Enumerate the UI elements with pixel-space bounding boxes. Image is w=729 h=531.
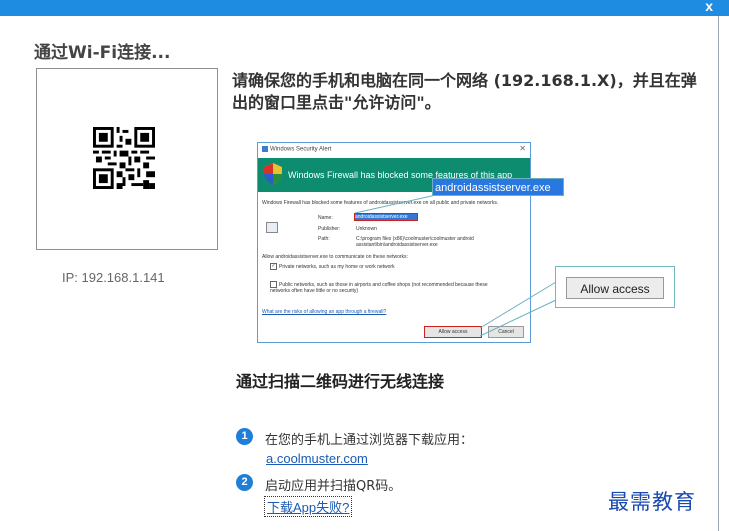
checkbox-checked-icon: ✓ [270,263,277,270]
publisher-value: Unknown [356,226,377,232]
download-link[interactable]: a.coolmuster.com [266,451,368,466]
allow-access-callout-button: Allow access [566,277,664,299]
firewall-dialog-image: Windows Security Alert ✕ Windows Firewal… [257,142,531,343]
instruction-text: 请确保您的手机和电脑在同一个网络 (192.168.1.X)，并且在弹出的窗口里… [232,71,697,112]
title-bar: x [0,0,729,16]
dialog-cancel-button: Cancel [488,326,524,338]
qr-code-icon [93,127,155,189]
publisher-label: Publisher: [318,226,341,232]
allow-access-callout: Allow access [555,266,675,308]
qr-scan-heading: 通过扫描二维码进行无线连接 [236,372,445,391]
step-1-badge: 1 [236,428,253,445]
step-1-text: 在您的手机上通过浏览器下载应用： [265,433,474,448]
path-label: Path: [318,236,330,242]
shield-icon [264,163,282,185]
qr-code-panel [36,68,218,250]
dialog-intro: Windows Firewall has blocked some featur… [262,200,499,206]
page-title: 通过Wi-Fi连接... [34,43,171,63]
close-button[interactable]: x [705,0,713,14]
shield-small-icon [262,146,268,152]
name-callout: androidassistserver.exe [432,178,564,196]
public-option: Public networks, such as those in airpor… [270,281,488,294]
checkbox-icon [270,281,277,288]
name-label: Name: [318,215,333,221]
dialog-title: Windows Security Alert [262,146,331,153]
download-failed-link[interactable]: 下载App失败? [264,496,353,517]
dialog-allow-button: Allow access [424,326,482,338]
allow-prompt: Allow androidassistserver.exe to communi… [262,254,408,260]
app-icon [266,222,278,233]
ip-address: IP: 192.168.1.141 [62,270,165,285]
risk-link: What are the risks of allowing an app th… [262,309,387,315]
step-2-badge: 2 [236,474,253,491]
path-value: C:\program files (x86)\coolmuster\coolmu… [356,236,474,248]
watermark: 最需教育 [608,490,696,514]
window-border [718,16,719,531]
private-option: ✓ Private networks, such as my home or wo… [270,263,395,270]
step-2-text: 启动应用并扫描QR码。 [265,479,402,494]
name-value: androidassistserver.exe [354,213,418,221]
dialog-close-icon: ✕ [519,144,526,153]
